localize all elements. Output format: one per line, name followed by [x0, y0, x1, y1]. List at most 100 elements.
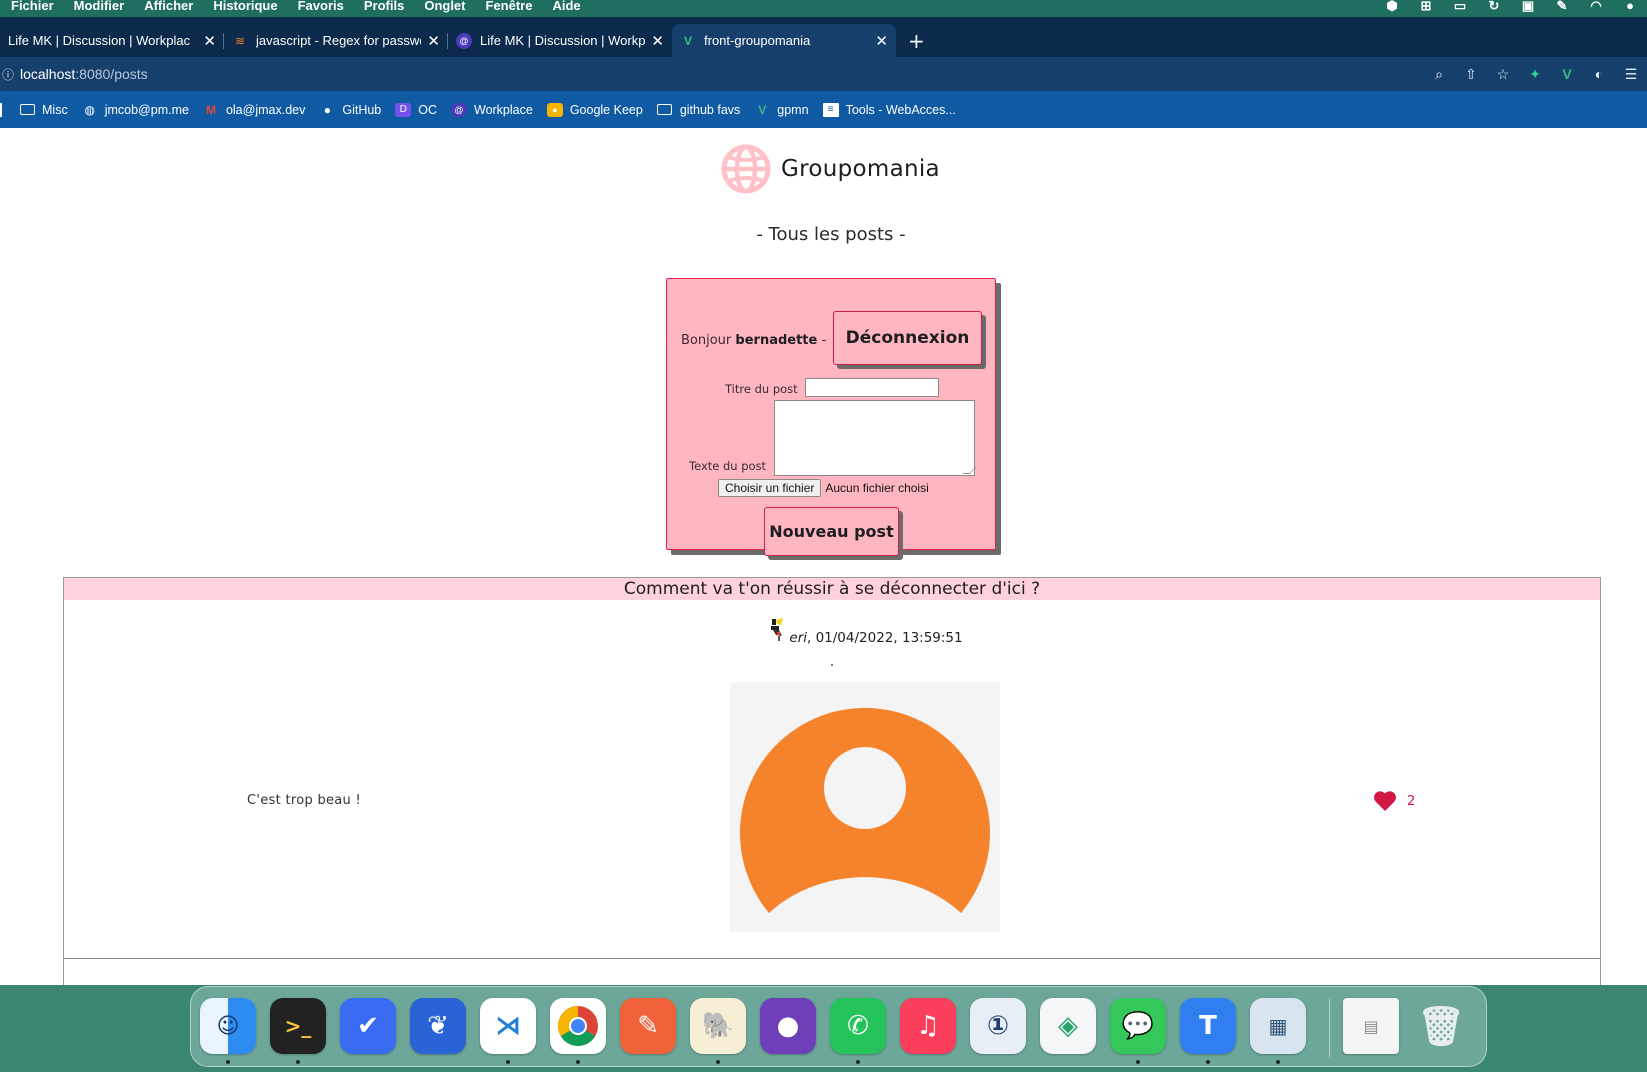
zoom-icon[interactable]: ⌕ — [1423, 66, 1455, 83]
menu-onglet[interactable]: Onglet — [415, 0, 474, 14]
whatsapp-icon[interactable]: ✆ — [830, 998, 886, 1054]
clipboard-icon[interactable]: ▣ — [1511, 0, 1545, 14]
tableplus-icon[interactable]: 🐘 — [690, 998, 746, 1054]
close-icon[interactable]: ✕ — [203, 32, 216, 50]
tab-title: front-groupomania — [704, 33, 811, 48]
folder-icon — [657, 103, 673, 117]
tab-title: Life MK | Discussion | Workplac — [8, 33, 191, 48]
tab-stackoverflow[interactable]: ≋ javascript - Regex for password ✕ — [224, 24, 448, 57]
globe-logo-icon — [721, 144, 771, 194]
bookmark-github[interactable]: ● GitHub — [319, 103, 382, 117]
close-icon[interactable]: ✕ — [651, 32, 664, 50]
postman-icon[interactable]: ✎ — [620, 998, 676, 1054]
menu-fichier[interactable]: Fichier — [2, 0, 63, 14]
bookmark-google-keep[interactable]: ● Google Keep — [546, 102, 643, 117]
bookmark-protonmail[interactable]: ◍ jmcob@pm.me — [82, 103, 189, 117]
choose-file-button[interactable]: Choisir un fichier — [718, 479, 822, 497]
bookmarks-bar: Misc ◍ jmcob@pm.me M ola@jmax.dev ● GitH… — [0, 91, 1647, 128]
documents-icon[interactable]: ▤ — [1343, 998, 1399, 1054]
bookmark-misc[interactable]: Misc — [19, 103, 68, 117]
new-post-form: Bonjour bernadette - Déconnexion Titre d… — [666, 278, 996, 556]
chrome-logo — [558, 1006, 598, 1046]
info-icon[interactable]: ⓘ — [2, 66, 20, 83]
browser-tabbar: Life MK | Discussion | Workplac ✕ ≋ java… — [0, 17, 1647, 57]
url-field[interactable]: localhost:8080/posts — [20, 66, 148, 82]
stacks-icon[interactable]: ◈ — [1040, 998, 1096, 1054]
user-icon[interactable]: ● — [1613, 0, 1647, 13]
greeting: Bonjour bernadette - — [681, 333, 826, 348]
vue-devtools-icon[interactable]: V — [1551, 66, 1583, 82]
bookmark-tools[interactable]: ≡ Tools - WebAcces... — [822, 102, 956, 117]
finder-icon[interactable]: ☺ — [200, 998, 256, 1054]
heart-icon[interactable] — [1373, 790, 1397, 812]
new-post-button[interactable]: Nouveau post — [764, 507, 899, 556]
running-indicator — [856, 1060, 860, 1064]
greeting-prefix: Bonjour — [681, 333, 732, 348]
sync-icon[interactable]: ↻ — [1477, 0, 1511, 14]
google-keep-icon: ● — [546, 102, 563, 117]
post-title: Comment va t'on réussir à se déconnecter… — [64, 578, 1600, 600]
privacy-icon[interactable]: ◐ — [1583, 66, 1615, 82]
share-icon[interactable]: ⇧ — [1455, 66, 1487, 83]
menu-modifier[interactable]: Modifier — [65, 0, 134, 14]
next-post-card — [63, 958, 1601, 985]
post-date: , 01/04/2022, 13:59:51 — [807, 630, 963, 646]
typora-icon[interactable]: T — [1180, 998, 1236, 1054]
star-icon[interactable]: ☆ — [1487, 66, 1519, 83]
wifi-icon[interactable]: ◠ — [1579, 0, 1613, 14]
logout-button[interactable]: Déconnexion — [833, 311, 982, 365]
bookmark-label: OC — [418, 102, 437, 117]
vscode-icon[interactable]: ⋊ — [480, 998, 536, 1054]
bookmark-label: Workplace — [474, 102, 533, 117]
post-image — [730, 682, 1000, 932]
display-icon[interactable]: ▭ — [1443, 0, 1477, 14]
close-icon[interactable]: ✕ — [427, 32, 440, 50]
tab-front-groupomania[interactable]: V front-groupomania ✕ — [672, 24, 896, 57]
bookmark-label: github favs — [679, 102, 741, 117]
stackoverflow-icon: ≋ — [234, 33, 246, 48]
post-title-input[interactable] — [805, 378, 939, 397]
like-count: 2 — [1407, 793, 1416, 809]
openclassrooms-icon: D — [395, 102, 412, 117]
file-picker: Choisir un fichier Aucun fichier choisi — [718, 479, 929, 497]
menu-icon[interactable]: ☰ — [1615, 66, 1647, 83]
post-author: eri — [789, 630, 807, 646]
coral-icon[interactable]: ❦ — [410, 998, 466, 1054]
things-icon[interactable]: ✔ — [340, 998, 396, 1054]
close-icon[interactable]: ✕ — [875, 32, 888, 50]
music-icon[interactable]: ♫ — [900, 998, 956, 1054]
terminal-icon[interactable]: >_ — [270, 998, 326, 1054]
chrome-icon[interactable] — [550, 998, 606, 1054]
menu-favoris[interactable]: Favoris — [289, 0, 353, 14]
bookmark-label: ola@jmax.dev — [225, 102, 306, 117]
page-title: - Tous les posts - — [756, 224, 906, 245]
menu-afficher[interactable]: Afficher — [135, 0, 202, 14]
bookmark-oc[interactable]: D OC — [395, 102, 437, 117]
separator-dot — [831, 664, 833, 666]
bookmark-github-favs[interactable]: github favs — [657, 103, 740, 117]
pen-icon[interactable]: ✎ — [1545, 0, 1579, 14]
menu-profils[interactable]: Profils — [355, 0, 413, 14]
tab-life-mk-1[interactable]: Life MK | Discussion | Workplac ✕ — [0, 24, 224, 57]
trash-icon[interactable]: 🗑 — [1413, 998, 1469, 1054]
menu-aide[interactable]: Aide — [543, 0, 589, 14]
bookmark-label: gpmn — [777, 102, 809, 117]
github-desktop-icon[interactable]: ● — [760, 998, 816, 1054]
menu-historique[interactable]: Historique — [204, 0, 286, 14]
extension-icon[interactable]: ✦ — [1519, 66, 1551, 83]
menu-fenetre[interactable]: Fenêtre — [477, 0, 542, 14]
tab-life-mk-2[interactable]: @ Life MK | Discussion | Workplac ✕ — [448, 24, 672, 57]
folder-icon — [19, 103, 35, 117]
box-icon[interactable]: ⬢ — [1375, 0, 1409, 14]
preview-icon[interactable]: ▦ — [1250, 998, 1306, 1054]
grid-icon[interactable]: ⊞ — [1409, 0, 1443, 14]
bookmark-gmail[interactable]: M ola@jmax.dev — [203, 103, 305, 117]
address-bar: ⓘ localhost:8080/posts ⌕ ⇧ ☆ ✦ V ◐ ☰ — [0, 57, 1647, 91]
messages-icon[interactable]: 💬 — [1110, 998, 1166, 1054]
1password-icon[interactable]: ① — [970, 998, 1026, 1054]
post-text-textarea[interactable] — [774, 400, 975, 476]
new-tab-button[interactable]: + — [896, 24, 937, 57]
like-control[interactable]: 2 — [1373, 790, 1415, 812]
bookmark-gpmn[interactable]: V gpmn — [754, 103, 808, 117]
bookmark-workplace[interactable]: @ Workplace — [451, 102, 533, 117]
